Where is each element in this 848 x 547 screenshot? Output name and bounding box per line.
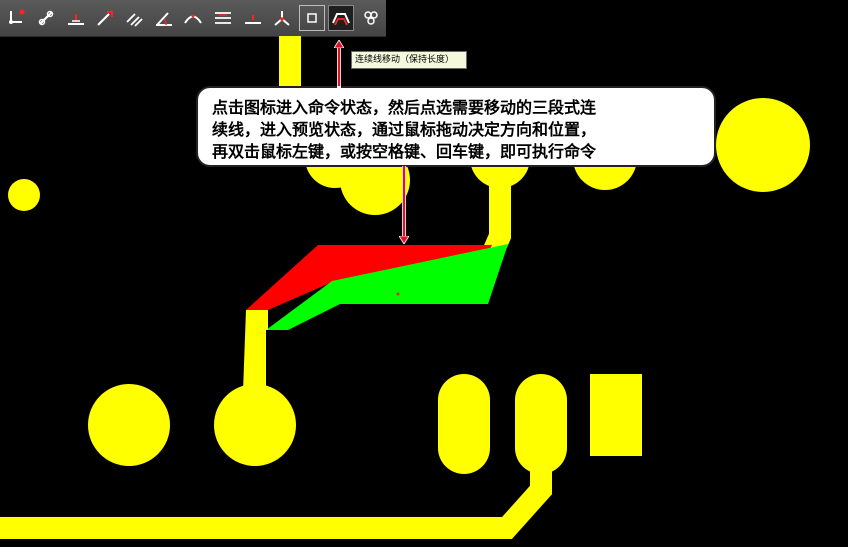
arc-corner-icon[interactable] (181, 6, 205, 30)
angle-trace-icon[interactable] (152, 6, 176, 30)
vias-icon[interactable] (34, 6, 58, 30)
top-trace[interactable] (279, 36, 301, 86)
route-icon[interactable] (5, 6, 29, 30)
callout-line-3: 再双击鼠标左键，或按空格键、回车键，即可执行命令 (212, 142, 597, 161)
pad-bottom-2[interactable] (214, 384, 296, 466)
toolbar (0, 0, 386, 37)
cursor-point (396, 292, 400, 296)
multi-trace-icon[interactable] (211, 6, 235, 30)
pad-large-top-right[interactable] (716, 98, 810, 192)
pad-square[interactable] (590, 374, 642, 456)
pad-small-left[interactable] (8, 179, 40, 211)
pad-oval-1[interactable] (438, 374, 490, 474)
move-three-segment-icon[interactable] (328, 5, 354, 31)
add-corner-icon[interactable] (64, 6, 88, 30)
pad-bottom-1[interactable] (88, 384, 170, 466)
parallel-traces-icon[interactable] (122, 6, 146, 30)
branch-icon[interactable] (270, 6, 294, 30)
stretch-trace-icon[interactable] (93, 6, 117, 30)
callout-line-2: 续线，进入预览状态，通过鼠标拖动决定方向和位置， (212, 120, 597, 139)
unroute-icon[interactable] (359, 6, 383, 30)
split-trace-icon[interactable] (241, 6, 265, 30)
callout-line-1: 点击图标进入命令状态，然后点选需要移动的三段式连 (212, 98, 597, 117)
tooltip: 连续线移动（保持长度） (351, 51, 467, 69)
pad-select-icon[interactable] (299, 5, 325, 31)
instruction-callout: 点击图标进入命令状态，然后点选需要移动的三段式连 续线，进入预览状态，通过鼠标拖… (196, 86, 716, 167)
